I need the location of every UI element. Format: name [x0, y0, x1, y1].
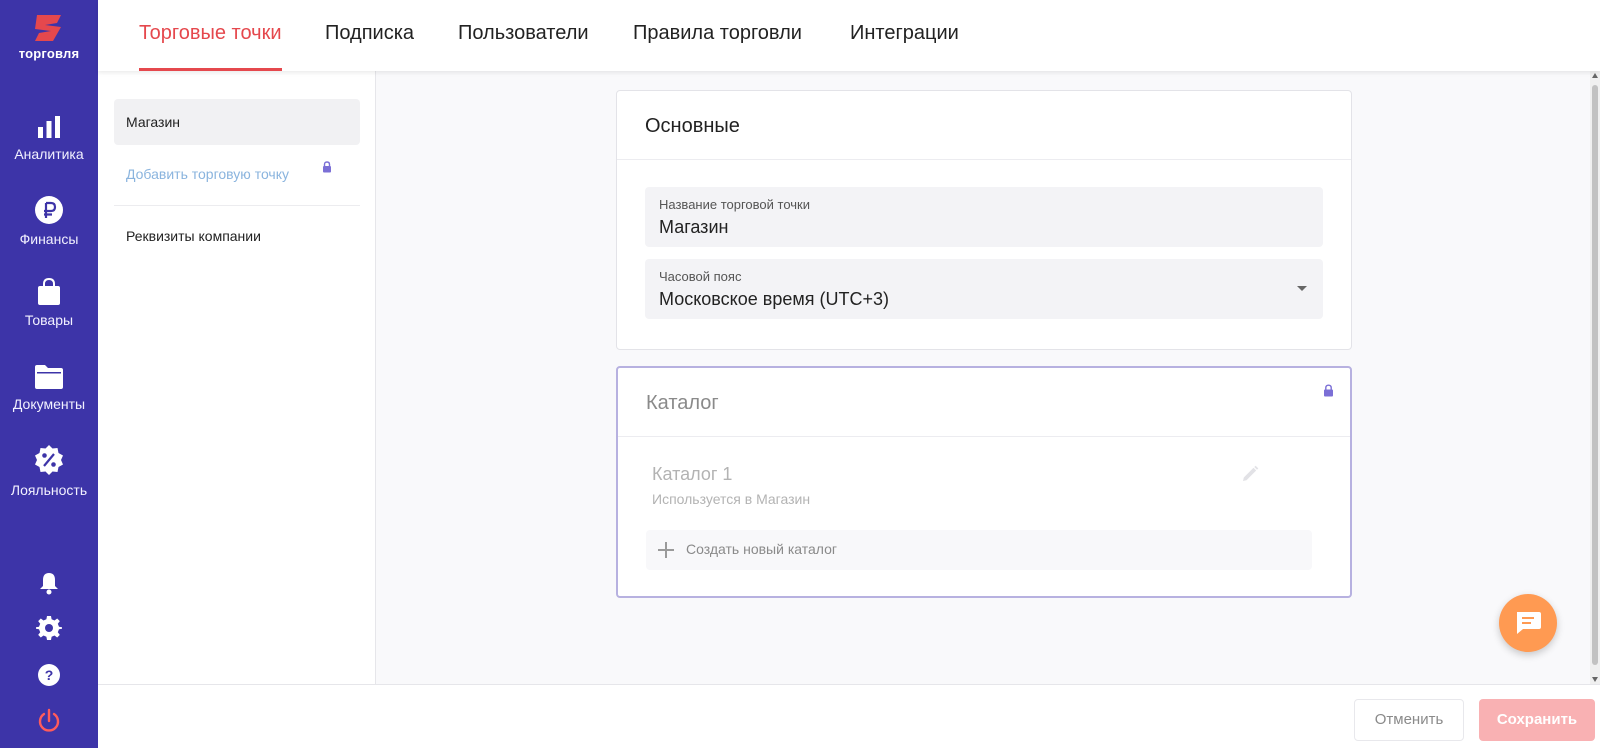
chat-icon [1517, 612, 1541, 634]
lock-icon [1324, 384, 1333, 397]
field-label: Часовой пояс [659, 269, 742, 284]
submenu-item-add-point[interactable]: Добавить торговую точку [114, 151, 360, 197]
card-title: Каталог [646, 392, 719, 414]
card-divider [617, 159, 1351, 160]
catalog-card: Каталог Каталог 1 Используется в Магазин… [616, 366, 1352, 598]
lock-icon [323, 161, 331, 173]
submenu-item-store[interactable]: Магазин [114, 99, 360, 145]
catalog-name: Каталог 1 [652, 464, 733, 484]
chat-button[interactable] [1499, 594, 1557, 652]
logo-text: торговля [18, 46, 80, 61]
sidebar-item-finance[interactable]: Финансы [0, 195, 98, 247]
sidebar-item-analytics[interactable]: Аналитика [0, 114, 98, 162]
bell-icon[interactable] [36, 570, 62, 596]
sidebar-item-loyalty[interactable]: Лояльность [0, 444, 98, 498]
sidebar-item-documents[interactable]: Документы [0, 364, 98, 412]
submenu-item-label: Реквизиты компании [126, 228, 261, 244]
catalog-usage: Используется в Магазин [652, 491, 811, 507]
power-icon[interactable] [36, 708, 62, 734]
sidebar-item-label: Документы [12, 396, 86, 412]
sidebar-item-label: Товары [24, 312, 74, 328]
timezone-select[interactable]: Часовой пояс Московское время (UTC+3) [645, 259, 1323, 319]
logo-icon [35, 15, 61, 41]
percent-badge-icon [35, 445, 63, 475]
card-title: Основные [645, 115, 740, 137]
create-catalog-button[interactable]: Создать новый каталог [646, 530, 1312, 570]
sidebar-item-label: Финансы [19, 231, 79, 247]
field-label: Название торговой точки [659, 197, 810, 212]
tab-integrations[interactable]: Интеграции [850, 0, 959, 71]
gear-icon[interactable] [36, 615, 62, 641]
top-tabs: Торговые точки Подписка Пользователи Пра… [98, 0, 1600, 71]
folder-icon [35, 365, 63, 389]
logo[interactable]: торговля [0, 12, 98, 61]
tab-trade-rules[interactable]: Правила торговли [633, 0, 802, 71]
main-settings-card: Основные Название торговой точки Магазин… [616, 90, 1352, 350]
sidebar-item-label: Лояльность [10, 482, 88, 498]
create-catalog-label: Создать новый каталог [686, 541, 837, 557]
footer-actions: Отменить Сохранить [98, 684, 1600, 748]
submenu-item-label: Добавить торговую точку [126, 166, 290, 182]
submenu-item-company-details[interactable]: Реквизиты компании [114, 213, 360, 259]
tab-subscription[interactable]: Подписка [325, 0, 414, 71]
sidebar-item-products[interactable]: Товары [0, 278, 98, 328]
store-name-field[interactable]: Название торговой точки Магазин [645, 187, 1323, 247]
main-sidebar: торговля Аналитика Финансы Товары Докуме… [0, 0, 98, 748]
tab-trade-points[interactable]: Торговые точки [139, 0, 282, 71]
tab-users[interactable]: Пользователи [458, 0, 589, 71]
ruble-icon [35, 196, 63, 224]
save-button[interactable]: Сохранить [1479, 699, 1595, 741]
pencil-icon[interactable] [1240, 464, 1260, 484]
field-value: Московское время (UTC+3) [659, 289, 889, 309]
scroll-down-arrow-icon[interactable] [1592, 677, 1598, 682]
scrollbar[interactable] [1590, 71, 1600, 684]
svg-text:?: ? [45, 667, 54, 683]
shopping-bag-icon [38, 278, 60, 305]
cancel-button[interactable]: Отменить [1354, 699, 1464, 741]
scroll-thumb[interactable] [1592, 85, 1598, 665]
help-icon[interactable]: ? [36, 662, 62, 688]
field-value: Магазин [659, 217, 729, 237]
card-divider [618, 436, 1350, 437]
dropdown-arrow-icon [1297, 286, 1307, 291]
bar-chart-icon [38, 116, 60, 138]
submenu-item-label: Магазин [126, 114, 181, 130]
settings-submenu: Магазин Добавить торговую точку Реквизит… [98, 71, 376, 684]
submenu-divider [114, 205, 360, 206]
scroll-up-arrow-icon[interactable] [1592, 73, 1598, 78]
sidebar-item-label: Аналитика [14, 146, 84, 162]
plus-icon [658, 542, 674, 558]
